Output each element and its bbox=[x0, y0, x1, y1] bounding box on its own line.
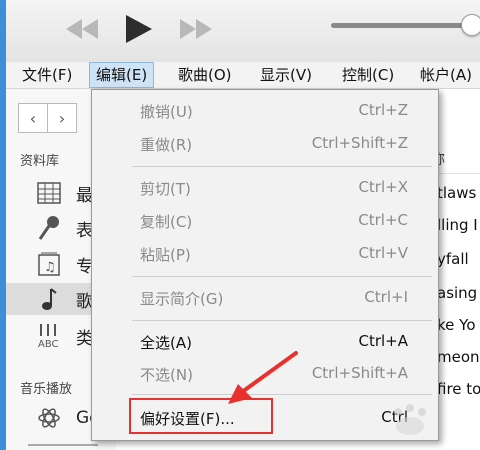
arrow-annotation bbox=[228, 351, 298, 404]
watermark-logo bbox=[394, 404, 426, 435]
